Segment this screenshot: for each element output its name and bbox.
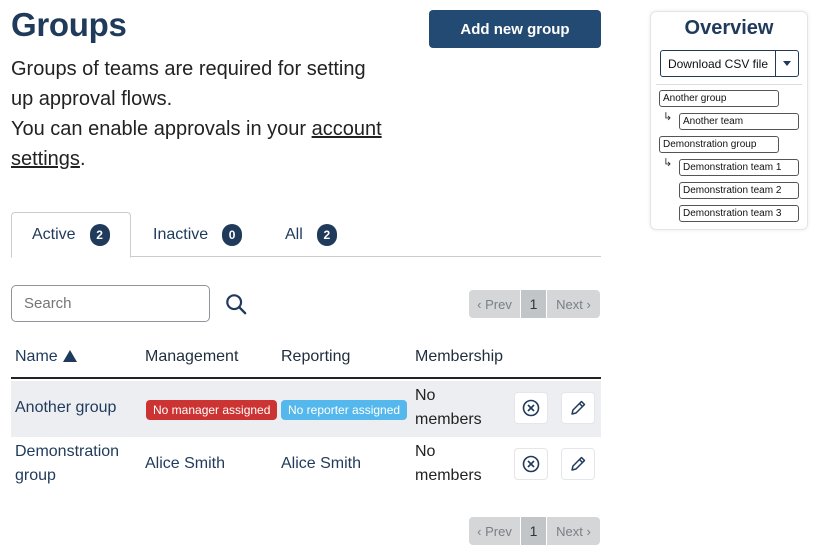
no-manager-badge: No manager assigned (146, 400, 278, 420)
overview-title: Overview (684, 17, 774, 39)
tab-inactive-count-badge: 0 (222, 223, 243, 246)
intro-text: Groups of teams are required for setting… (11, 54, 391, 174)
edit-button[interactable] (561, 448, 595, 480)
download-options-toggle[interactable] (776, 51, 798, 76)
group-name-link[interactable]: Another group (15, 399, 116, 417)
page-title: Groups (11, 6, 127, 43)
pencil-icon (571, 456, 586, 471)
table-row: Another group No manager assigned No rep… (11, 381, 601, 437)
intro-line-2: You can enable approvals in your account… (11, 114, 391, 174)
membership-text: No members (415, 387, 482, 428)
intro-suffix: . (79, 148, 86, 170)
overview-panel: Overview Download CSV file Another group… (650, 11, 808, 230)
next-page-button[interactable]: Next › (547, 517, 600, 545)
reporter-name: Alice Smith (281, 455, 362, 472)
prev-page-button[interactable]: ‹ Prev (469, 290, 520, 318)
prev-page-button[interactable]: ‹ Prev (469, 517, 520, 545)
download-csv-split-button: Download CSV file (660, 50, 799, 77)
deactivate-button[interactable] (514, 448, 548, 480)
tab-active[interactable]: Active 2 (11, 212, 131, 258)
pagination-bottom: ‹ Prev 1 Next › (469, 517, 600, 545)
column-header-name[interactable]: Name (15, 348, 77, 366)
table-header: Name Management Reporting Membership (11, 340, 601, 379)
manager-name: Alice Smith (145, 455, 226, 472)
add-new-group-button[interactable]: Add new group (429, 10, 601, 48)
tree-team-node[interactable]: Demonstration team 3 (679, 205, 799, 222)
page-number[interactable]: 1 (521, 517, 546, 545)
search-icon[interactable] (225, 293, 247, 315)
close-circle-icon (522, 455, 540, 473)
edit-button[interactable] (561, 392, 595, 424)
table-row: Demonstration group Alice Smith Alice Sm… (11, 437, 601, 493)
tree-group-node[interactable]: Demonstration group (659, 136, 779, 153)
tree-team-node[interactable]: Demonstration team 2 (679, 182, 799, 199)
membership-text: No members (415, 443, 482, 484)
intro-line-1: Groups of teams are required for setting… (11, 58, 366, 110)
download-csv-button[interactable]: Download CSV file (661, 51, 776, 76)
sort-ascending-icon (62, 350, 77, 362)
tab-inactive-label: Inactive (153, 225, 209, 243)
tree-team-node[interactable]: Demonstration team 1 (679, 159, 799, 176)
pagination-top: ‹ Prev 1 Next › (469, 290, 600, 318)
close-circle-icon (522, 399, 540, 417)
tab-all-label: All (285, 225, 303, 243)
tab-active-label: Active (32, 226, 76, 243)
tab-inactive[interactable]: Inactive 0 (133, 212, 262, 257)
page-number[interactable]: 1 (521, 290, 546, 318)
no-reporter-badge: No reporter assigned (281, 400, 408, 420)
column-header-management: Management (145, 348, 239, 365)
tab-active-count-badge: 2 (89, 224, 110, 246)
status-tabs: Active 2 Inactive 0 All 2 (11, 212, 601, 258)
group-name-link[interactable]: Demonstration group (15, 440, 135, 488)
tab-all[interactable]: All 2 (265, 212, 357, 257)
child-arrow-icon: ↳ (663, 157, 673, 169)
tree-team-node[interactable]: Another team (679, 113, 799, 130)
next-page-button[interactable]: Next › (547, 290, 600, 318)
column-header-membership: Membership (415, 348, 504, 365)
overview-divider (656, 84, 802, 85)
column-name-label: Name (15, 348, 58, 365)
caret-down-icon (783, 61, 791, 66)
deactivate-button[interactable] (514, 392, 548, 424)
pencil-icon (571, 400, 586, 415)
intro-prefix: You can enable approvals in your (11, 118, 312, 140)
tree-group-node[interactable]: Another group (659, 90, 779, 107)
tab-all-count-badge: 2 (316, 223, 337, 246)
child-arrow-icon: ↳ (663, 111, 673, 123)
search-input[interactable] (11, 285, 210, 322)
column-header-reporting: Reporting (281, 348, 351, 365)
